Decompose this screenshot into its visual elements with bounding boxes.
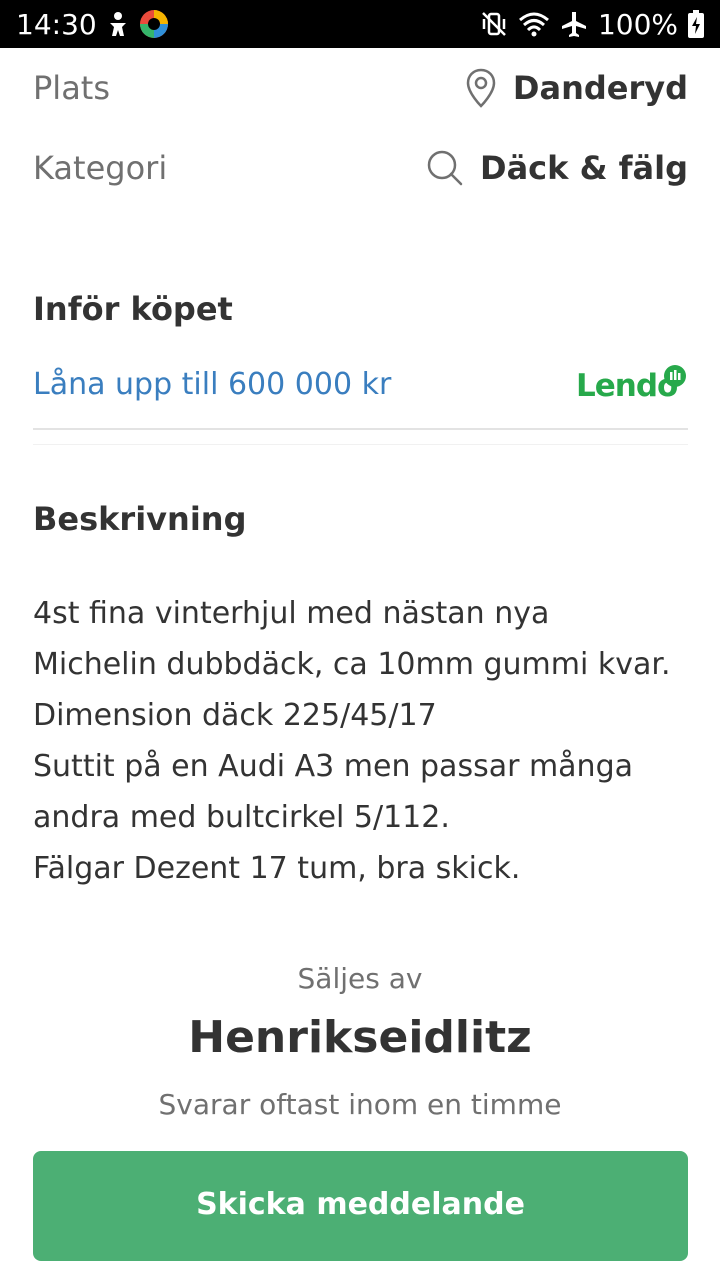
vibrate-mute-icon [480,10,508,38]
loan-offer-link[interactable]: Låna upp till 600 000 kr [33,367,391,402]
lendo-logo: Lendo [576,364,688,404]
send-message-button[interactable]: Skicka meddelande [33,1151,688,1261]
seller-response-block: Svarar oftast inom en timme [0,1088,720,1121]
category-row: Kategori Däck & fälg [33,146,688,190]
status-time: 14:30 [16,7,97,41]
app-notification-icon [139,9,169,39]
description-line: Dimension däck 225/45/17 [33,698,437,733]
description-line: Suttit på en Audi A3 men passar många [33,749,633,784]
description-line: Fälgar Dezent 17 tum, bra skick. [33,851,521,886]
location-value-group: Danderyd [465,68,688,108]
seller-response-time: Svarar oftast inom en timme [158,1088,562,1121]
wifi-icon [518,10,550,38]
location-label: Plats [33,69,111,107]
category-value-group[interactable]: Däck & fälg [426,149,688,187]
section-divider [33,428,688,430]
description-line: Michelin dubbdäck, ca 10mm gummi kvar. [33,647,671,682]
seller-name[interactable]: Henrikseidlitz [188,1012,531,1063]
status-bar: 14:30 100% [0,0,720,48]
svg-text:Lendo: Lendo [576,368,677,404]
location-pin-icon [465,68,497,108]
battery-charging-icon [688,10,704,38]
description-line: andra med bultcirkel 5/112. [33,800,450,835]
accessibility-icon [107,11,129,37]
seller-name-block[interactable]: Henrikseidlitz [0,1012,720,1063]
category-value: Däck & fälg [480,149,688,187]
loan-offer-row[interactable]: Låna upp till 600 000 kr Lendo [33,364,688,404]
seller-caption: Säljes av [297,962,423,995]
status-left: 14:30 [16,8,169,41]
before-purchase-title: Inför köpet [33,290,233,328]
battery-percentage: 100% [597,7,678,41]
airplane-mode-icon [560,10,588,38]
description-line: 4st fina vinterhjul med nästan nya [33,596,550,631]
description-title: Beskrivning [33,500,247,538]
description-text: 4st fina vinterhjul med nästan nya Miche… [33,588,693,894]
status-right: 100% [480,8,704,41]
location-value: Danderyd [512,69,688,107]
seller-caption-block: Säljes av [0,962,720,995]
category-label: Kategori [33,149,168,187]
search-icon [426,149,464,187]
location-row: Plats Danderyd [33,66,688,110]
section-divider-shadow [33,444,688,445]
